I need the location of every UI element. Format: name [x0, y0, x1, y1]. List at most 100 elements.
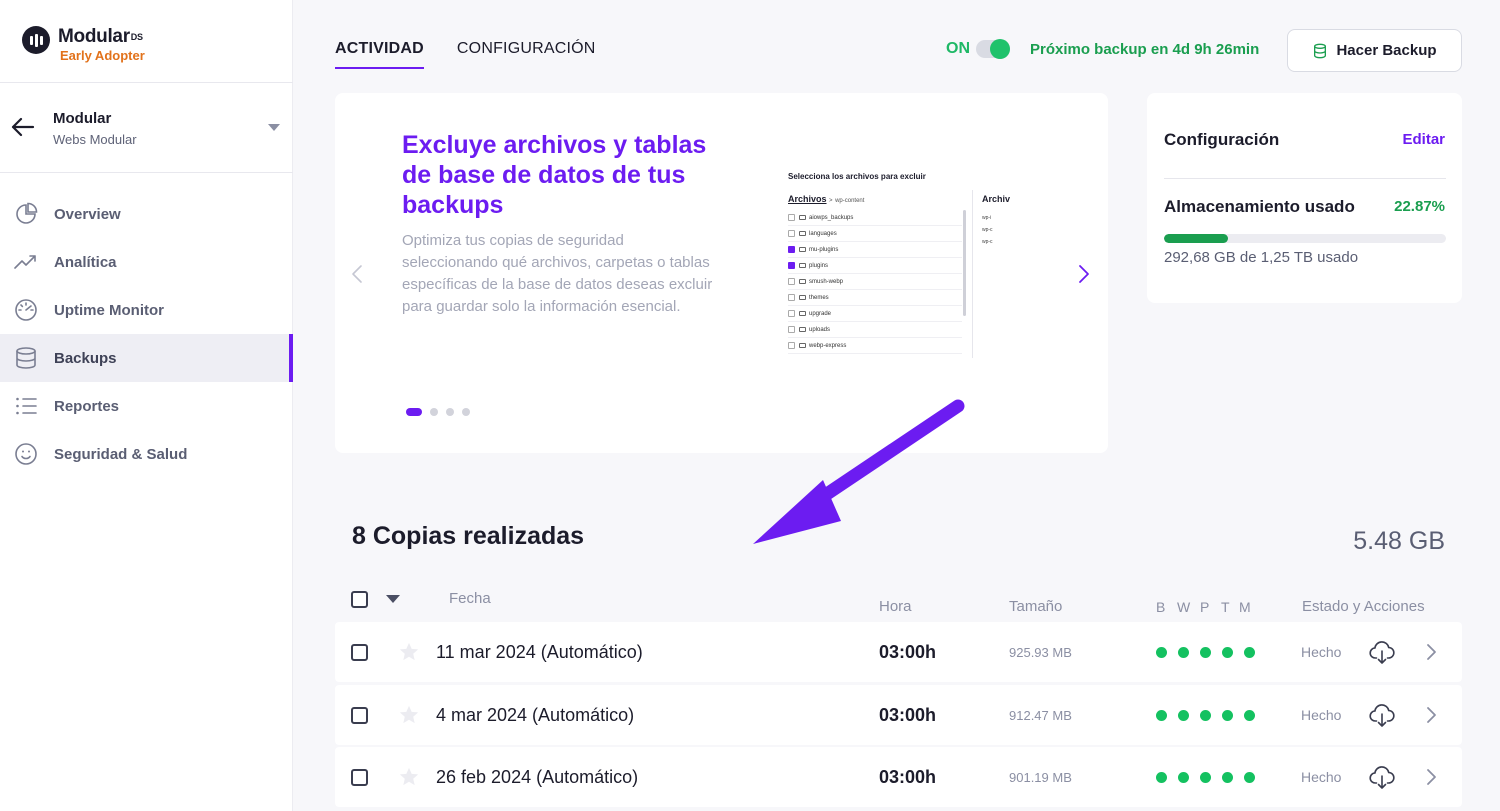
sidebar-item-analitica[interactable]: Analítica — [0, 238, 293, 286]
table-row[interactable]: 26 feb 2024 (Automático) 03:00h 901.19 MB H… — [335, 747, 1462, 807]
status-dot — [1156, 710, 1167, 721]
gauge-icon — [13, 297, 39, 323]
hacer-backup-button[interactable]: Hacer Backup — [1287, 29, 1462, 72]
preview-divider — [972, 190, 973, 358]
row-time: 03:00h — [879, 705, 937, 725]
row-checkbox[interactable] — [351, 707, 368, 724]
chevron-down-icon[interactable] — [268, 124, 280, 131]
chevron-left-icon[interactable] — [349, 263, 365, 285]
column-letter-w: W — [1177, 599, 1191, 615]
sidebar-item-label: Reportes — [54, 397, 120, 415]
backup-toggle[interactable]: ON — [946, 39, 1010, 59]
star-icon[interactable] — [398, 704, 420, 726]
sidebar-nav: Overview Analítica Uptime Monitor Backup… — [0, 190, 293, 478]
download-cloud-icon[interactable] — [1369, 702, 1395, 728]
preview-folder-name: webp-express — [809, 342, 847, 349]
preview-crumb-child: wp-content — [835, 198, 865, 204]
chevron-right-icon[interactable] — [1076, 263, 1092, 285]
preview-right-item: wp-i — [982, 215, 992, 221]
download-cloud-icon[interactable] — [1369, 764, 1395, 790]
preview-checkbox — [788, 214, 795, 221]
preview-folder-row: smush-webp — [788, 274, 962, 290]
carousel-dot[interactable] — [462, 408, 470, 416]
download-cloud-icon[interactable] — [1369, 639, 1395, 665]
folder-icon — [799, 263, 806, 268]
annotation-arrow-icon — [753, 399, 965, 544]
column-hora[interactable]: Hora — [879, 598, 912, 615]
status-dot — [1244, 647, 1255, 658]
preview-folder-name: smush-webp — [809, 278, 844, 285]
preview-folder-name: uploads — [809, 326, 831, 333]
preview-scrollbar — [963, 210, 966, 316]
promo-carousel: Excluye archivos y tablas de base de dat… — [335, 93, 1108, 453]
preview-folder-row: languages — [788, 226, 962, 242]
carousel-dot[interactable] — [406, 408, 422, 416]
preview-folder-row: upgrade — [788, 306, 962, 322]
preview-right-item: wp-c — [982, 227, 993, 233]
sidebar-item-uptime-monitor[interactable]: Uptime Monitor — [0, 286, 293, 334]
preview-checkbox — [788, 230, 795, 237]
storage-progress-fill — [1164, 234, 1229, 243]
row-size: 912.47 MB — [1009, 708, 1072, 723]
carousel-dot[interactable] — [446, 408, 454, 416]
site-switcher[interactable]: Modular Webs Modular — [0, 84, 293, 172]
carousel-preview-image: Selecciona los archivos para excluir Arc… — [785, 168, 1011, 358]
sidebar-item-label: Overview — [54, 205, 121, 223]
chevron-down-icon[interactable] — [386, 595, 400, 603]
row-status-dots — [1156, 772, 1255, 783]
table-row[interactable]: 11 mar 2024 (Automático) 03:00h 925.93 MB H… — [335, 622, 1462, 682]
edit-config-link[interactable]: Editar — [1402, 131, 1445, 148]
next-backup-text: Próximo backup en 4d 9h 26min — [1030, 41, 1260, 58]
status-dot — [1178, 772, 1189, 783]
row-checkbox[interactable] — [351, 769, 368, 786]
sidebar-item-seguridad-salud[interactable]: Seguridad & Salud — [0, 430, 293, 478]
pie-chart-icon — [13, 201, 39, 227]
row-status-dots — [1156, 710, 1255, 721]
status-dot — [1222, 772, 1233, 783]
preview-folder-row: uploads — [788, 322, 962, 338]
sidebar-item-label: Backups — [54, 349, 117, 367]
folder-icon — [799, 327, 806, 332]
smiley-icon — [13, 441, 39, 467]
toggle-switch[interactable] — [976, 39, 1010, 59]
preview-checkbox — [788, 246, 795, 253]
brand-subtitle: Early Adopter — [60, 48, 145, 63]
preview-folder-name: themes — [809, 294, 829, 301]
preview-right-list: wp-i wp-c wp-c — [982, 212, 993, 248]
select-all-checkbox[interactable] — [351, 591, 368, 608]
storage-label: Almacenamiento usado — [1164, 197, 1355, 216]
row-size: 901.19 MB — [1009, 770, 1072, 785]
preview-checkbox — [788, 278, 795, 285]
star-icon[interactable] — [398, 641, 420, 663]
row-date: 4 mar 2024 (Automático) — [436, 705, 635, 725]
row-status: Hecho — [1301, 769, 1342, 785]
preview-folder-row: themes — [788, 290, 962, 306]
preview-right-item: wp-c — [982, 239, 993, 245]
storage-progress-bar — [1164, 234, 1446, 243]
chevron-right-icon[interactable] — [1425, 705, 1439, 725]
tab-configuracion[interactable]: CONFIGURACIÓN — [457, 40, 596, 69]
column-tamano[interactable]: Tamaño — [1009, 598, 1062, 615]
sidebar-item-overview[interactable]: Overview — [0, 190, 293, 238]
preview-checkbox — [788, 326, 795, 333]
brand-logo[interactable]: ModularDS Early Adopter — [22, 26, 145, 64]
preview-folder-name: upgrade — [809, 310, 832, 317]
star-icon[interactable] — [398, 766, 420, 788]
carousel-dot[interactable] — [430, 408, 438, 416]
sidebar-item-backups[interactable]: Backups — [0, 334, 293, 382]
sidebar-item-reportes[interactable]: Reportes — [0, 382, 293, 430]
column-fecha[interactable]: Fecha — [449, 590, 491, 607]
site-name: Modular — [53, 110, 112, 127]
status-dot — [1222, 710, 1233, 721]
tab-actividad[interactable]: ACTIVIDAD — [335, 40, 424, 69]
status-dot — [1178, 710, 1189, 721]
back-arrow-icon[interactable] — [10, 114, 36, 140]
chevron-right-icon[interactable] — [1425, 767, 1439, 787]
row-status: Hecho — [1301, 644, 1342, 660]
folder-icon — [799, 247, 806, 252]
chevron-right-icon[interactable] — [1425, 642, 1439, 662]
site-subtitle: Webs Modular — [53, 132, 137, 147]
table-row[interactable]: 4 mar 2024 (Automático) 03:00h 912.47 MB He… — [335, 685, 1462, 745]
divider — [0, 82, 293, 83]
row-checkbox[interactable] — [351, 644, 368, 661]
